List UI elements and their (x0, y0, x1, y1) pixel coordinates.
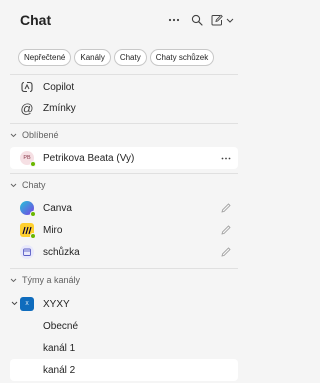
chat-item-miro[interactable]: Miro (10, 219, 238, 241)
chevron-down-icon (10, 183, 18, 188)
chevron-down-icon (11, 301, 19, 306)
team-label: XYXY (43, 298, 70, 310)
section-teams-channels[interactable]: Týmy a kanály (10, 273, 80, 287)
meeting-icon (20, 245, 34, 259)
new-chat-compose-icon[interactable] (210, 12, 224, 28)
filter-chips: Nepřečtené Kanály Chaty Chaty schůzek (18, 49, 215, 66)
more-options-icon[interactable] (167, 12, 181, 28)
page-title: Chat (20, 12, 52, 28)
chat-item-label: schůzka (43, 246, 80, 258)
chevron-down-icon (10, 278, 18, 283)
chat-header: Chat (0, 0, 245, 40)
filter-chats-chip[interactable]: Chaty (113, 49, 147, 66)
canva-app-icon (20, 201, 36, 217)
channel-item-kanal-2[interactable]: kanál 2 (10, 359, 238, 381)
edit-icon (220, 246, 232, 258)
filter-channels-chip[interactable]: Kanály (74, 49, 111, 66)
more-options-icon[interactable] (220, 152, 232, 164)
mentions-item[interactable]: @ Zmínky (10, 97, 238, 119)
chat-item-meeting[interactable]: schůzka (10, 241, 238, 263)
channel-label: Obecné (43, 320, 79, 332)
favorite-item-self[interactable]: PB Petrikova Beata (Vy) (10, 147, 238, 169)
presence-available-icon (30, 233, 36, 239)
channel-item-kanal-1[interactable]: kanál 1 (10, 337, 238, 359)
section-teams-label: Týmy a kanály (22, 275, 81, 285)
favorite-item-label: Petrikova Beata (Vy) (43, 152, 135, 164)
mentions-label: Zmínky (43, 102, 76, 114)
chat-item-label: Miro (43, 224, 63, 236)
search-icon[interactable] (190, 12, 204, 28)
chevron-down-icon[interactable] (225, 12, 235, 28)
team-avatar: X (20, 297, 34, 311)
team-item-xyxy[interactable]: X XYXY (10, 293, 238, 315)
divider (10, 173, 238, 174)
chat-item-canva[interactable]: Canva (10, 197, 238, 219)
section-chats[interactable]: Chaty (10, 178, 46, 192)
copilot-icon (20, 80, 34, 94)
divider (10, 74, 238, 75)
section-favorites-label: Oblíbené (22, 130, 59, 140)
avatar-initials: PB (23, 155, 31, 161)
section-chats-label: Chaty (22, 180, 46, 190)
edit-icon (220, 224, 232, 236)
presence-available-icon (30, 161, 36, 167)
chevron-down-icon (10, 133, 18, 138)
divider (10, 123, 238, 124)
edit-icon (220, 202, 232, 214)
miro-app-icon (20, 223, 36, 239)
channel-label: kanál 2 (43, 364, 76, 376)
channel-label: kanál 1 (43, 342, 76, 354)
copilot-label: Copilot (43, 81, 75, 93)
divider (10, 268, 238, 269)
filter-unread-chip[interactable]: Nepřečtené (18, 49, 72, 66)
section-favorites[interactable]: Oblíbené (10, 128, 59, 142)
channel-item-general[interactable]: Obecné (10, 315, 238, 337)
at-mention-icon: @ (20, 100, 34, 116)
copilot-item[interactable]: Copilot (10, 76, 238, 98)
presence-available-icon (30, 211, 36, 217)
filter-meeting-chats-chip[interactable]: Chaty schůzek (149, 49, 215, 66)
chat-item-label: Canva (43, 202, 72, 214)
team-avatar-initials: X (25, 301, 29, 307)
avatar: PB (20, 151, 36, 167)
